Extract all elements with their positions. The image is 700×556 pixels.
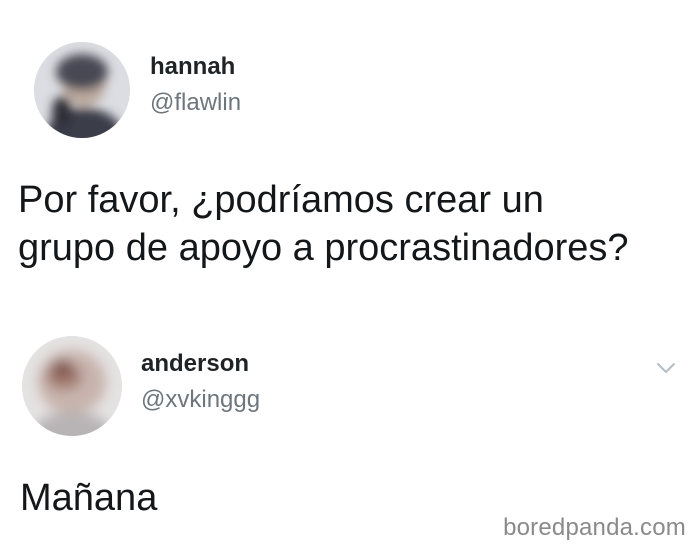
- watermark: boredpanda.com: [503, 514, 686, 541]
- avatar[interactable]: [22, 336, 122, 436]
- tweet-text-line: Por favor, ¿podríamos crear un: [18, 179, 544, 221]
- user-handle[interactable]: @flawlin: [150, 91, 241, 115]
- avatar-image: [34, 42, 130, 138]
- display-name[interactable]: anderson: [141, 352, 260, 376]
- tweet-text: Por favor, ¿podríamos crear un grupo de a…: [18, 176, 629, 272]
- tweet-text-line: Mañana: [20, 477, 158, 519]
- tweet-text: Mañana: [20, 474, 157, 522]
- chevron-down-icon[interactable]: [655, 360, 677, 376]
- user-info: hannah @flawlin: [150, 55, 241, 115]
- display-name[interactable]: hannah: [150, 55, 241, 79]
- avatar-image: [22, 336, 122, 436]
- user-handle[interactable]: @xvkinggg: [141, 388, 260, 412]
- user-info: anderson @xvkinggg: [141, 352, 260, 412]
- tweet-text-line: grupo de apoyo a procrastinadores?: [18, 227, 629, 269]
- tweet-hannah: hannah @flawlin Por favor, ¿podríamos cr…: [0, 0, 700, 320]
- avatar[interactable]: [34, 42, 130, 138]
